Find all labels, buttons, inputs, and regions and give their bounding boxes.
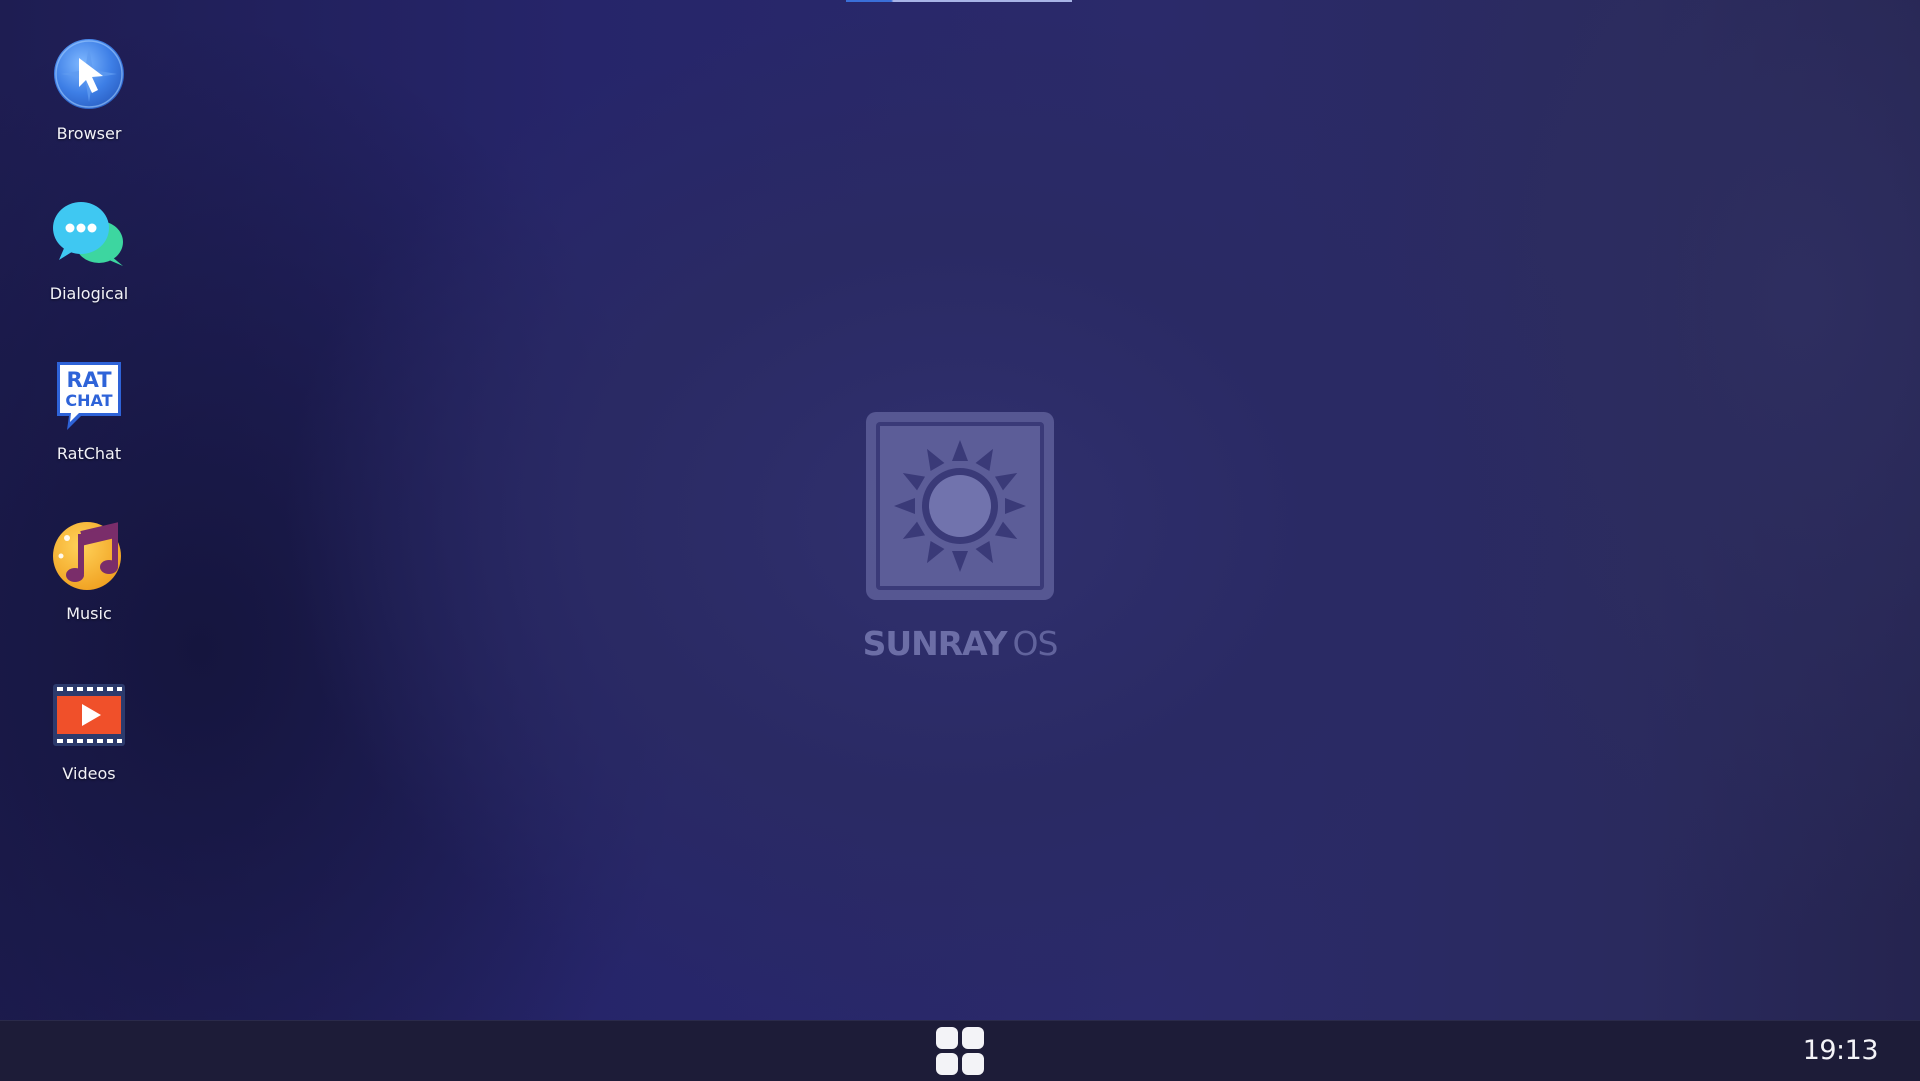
desktop-icon-ratchat[interactable]: RAT CHAT RatChat (30, 356, 148, 496)
desktop-icon-label: Browser (56, 124, 122, 143)
desktop-icon-label: Videos (62, 764, 116, 783)
grid-four-icon (962, 1027, 984, 1049)
taskbar-clock[interactable]: 19:13 (1803, 1035, 1879, 1066)
grid-four-icon (962, 1053, 984, 1075)
logo-text-bold: SUNRAY (862, 624, 1008, 663)
ratchat-icon-text-top: RAT (66, 368, 112, 392)
desktop-icon-music[interactable]: Music (30, 516, 148, 656)
chat-bubbles-icon (53, 202, 123, 266)
sun-logo-icon (866, 412, 1054, 600)
desktop-icon-label: RatChat (56, 444, 122, 463)
logo-text-light: OS (1012, 624, 1058, 663)
desktop-icon-browser[interactable]: Browser (30, 36, 148, 176)
grid-four-icon (936, 1027, 958, 1049)
top-progress-indicator (846, 0, 1072, 2)
music-note-icon (53, 522, 121, 590)
desktop-icon-label: Music (66, 604, 112, 623)
logo-text: SUNRAY OS (860, 624, 1060, 663)
start-button[interactable] (936, 1027, 984, 1075)
grid-four-icon (936, 1053, 958, 1075)
desktop: Browser Dialogical RAT CHAT RatChat Musi… (0, 0, 1920, 1020)
sunray-os-logo: SUNRAY OS (860, 406, 1060, 676)
ratchat-icon: RAT CHAT (57, 362, 121, 430)
desktop-icon-label: Dialogical (49, 284, 129, 303)
browser-compass-icon (54, 39, 124, 109)
taskbar: 19:13 (0, 1020, 1920, 1081)
video-film-icon (53, 684, 125, 746)
desktop-icon-videos[interactable]: Videos (30, 676, 148, 816)
ratchat-icon-text-bottom: CHAT (65, 391, 112, 410)
desktop-icon-dialogical[interactable]: Dialogical (30, 196, 148, 336)
